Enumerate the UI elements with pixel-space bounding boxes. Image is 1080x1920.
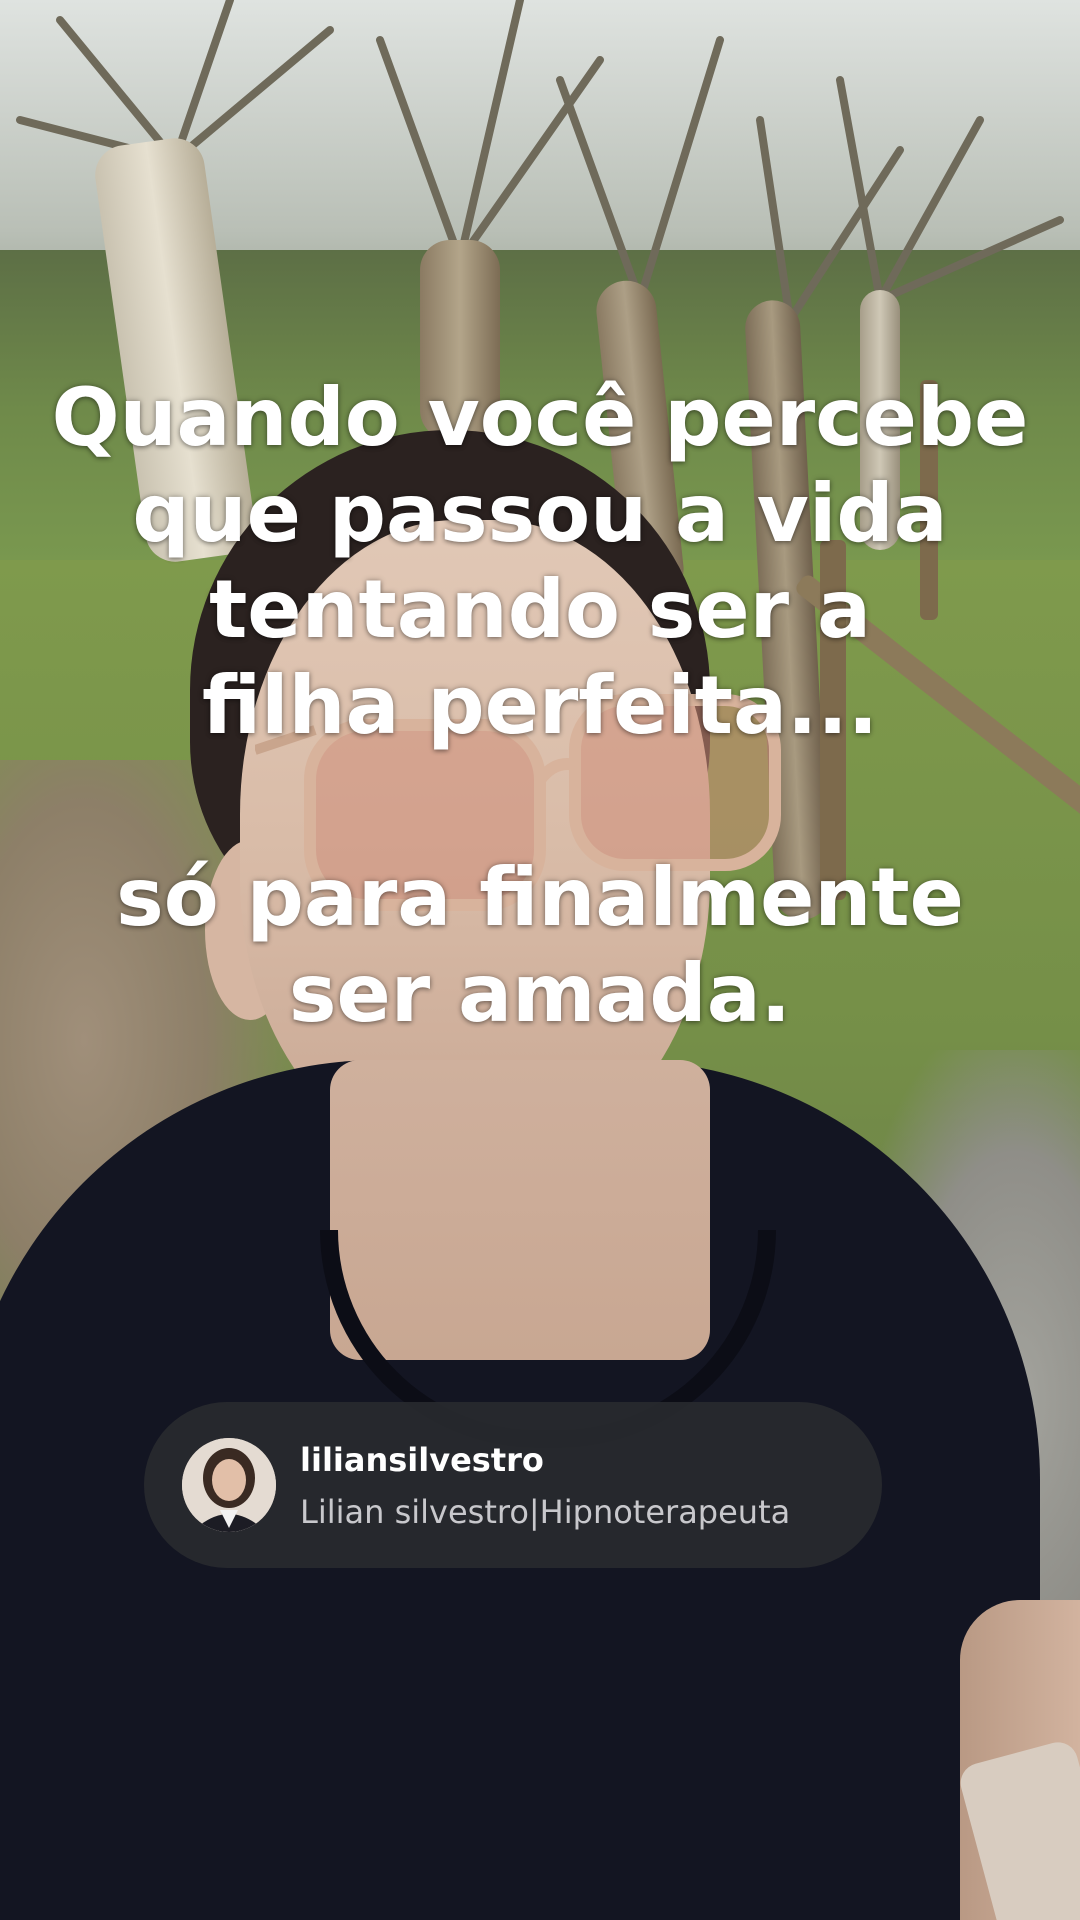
avatar[interactable] [182,1438,276,1532]
caption-line: tentando ser a [209,563,871,656]
profile-mention-chip[interactable]: liliansilvestro Lilian silvestro|Hipnote… [144,1402,882,1568]
profile-username: liliansilvestro [300,1441,544,1479]
story-caption: Quando você percebe que passou a vida te… [0,370,1080,1042]
caption-line: Quando você percebe [51,371,1029,464]
profile-display-name: Lilian silvestro|Hipnoterapeuta [300,1493,791,1531]
caption-line: só para finalmente [116,851,964,944]
caption-line: que passou a vida [132,467,948,560]
caption-line: ser amada. [288,947,792,1040]
caption-line: filha perfeita... [201,659,879,752]
profile-photo [182,1438,276,1532]
